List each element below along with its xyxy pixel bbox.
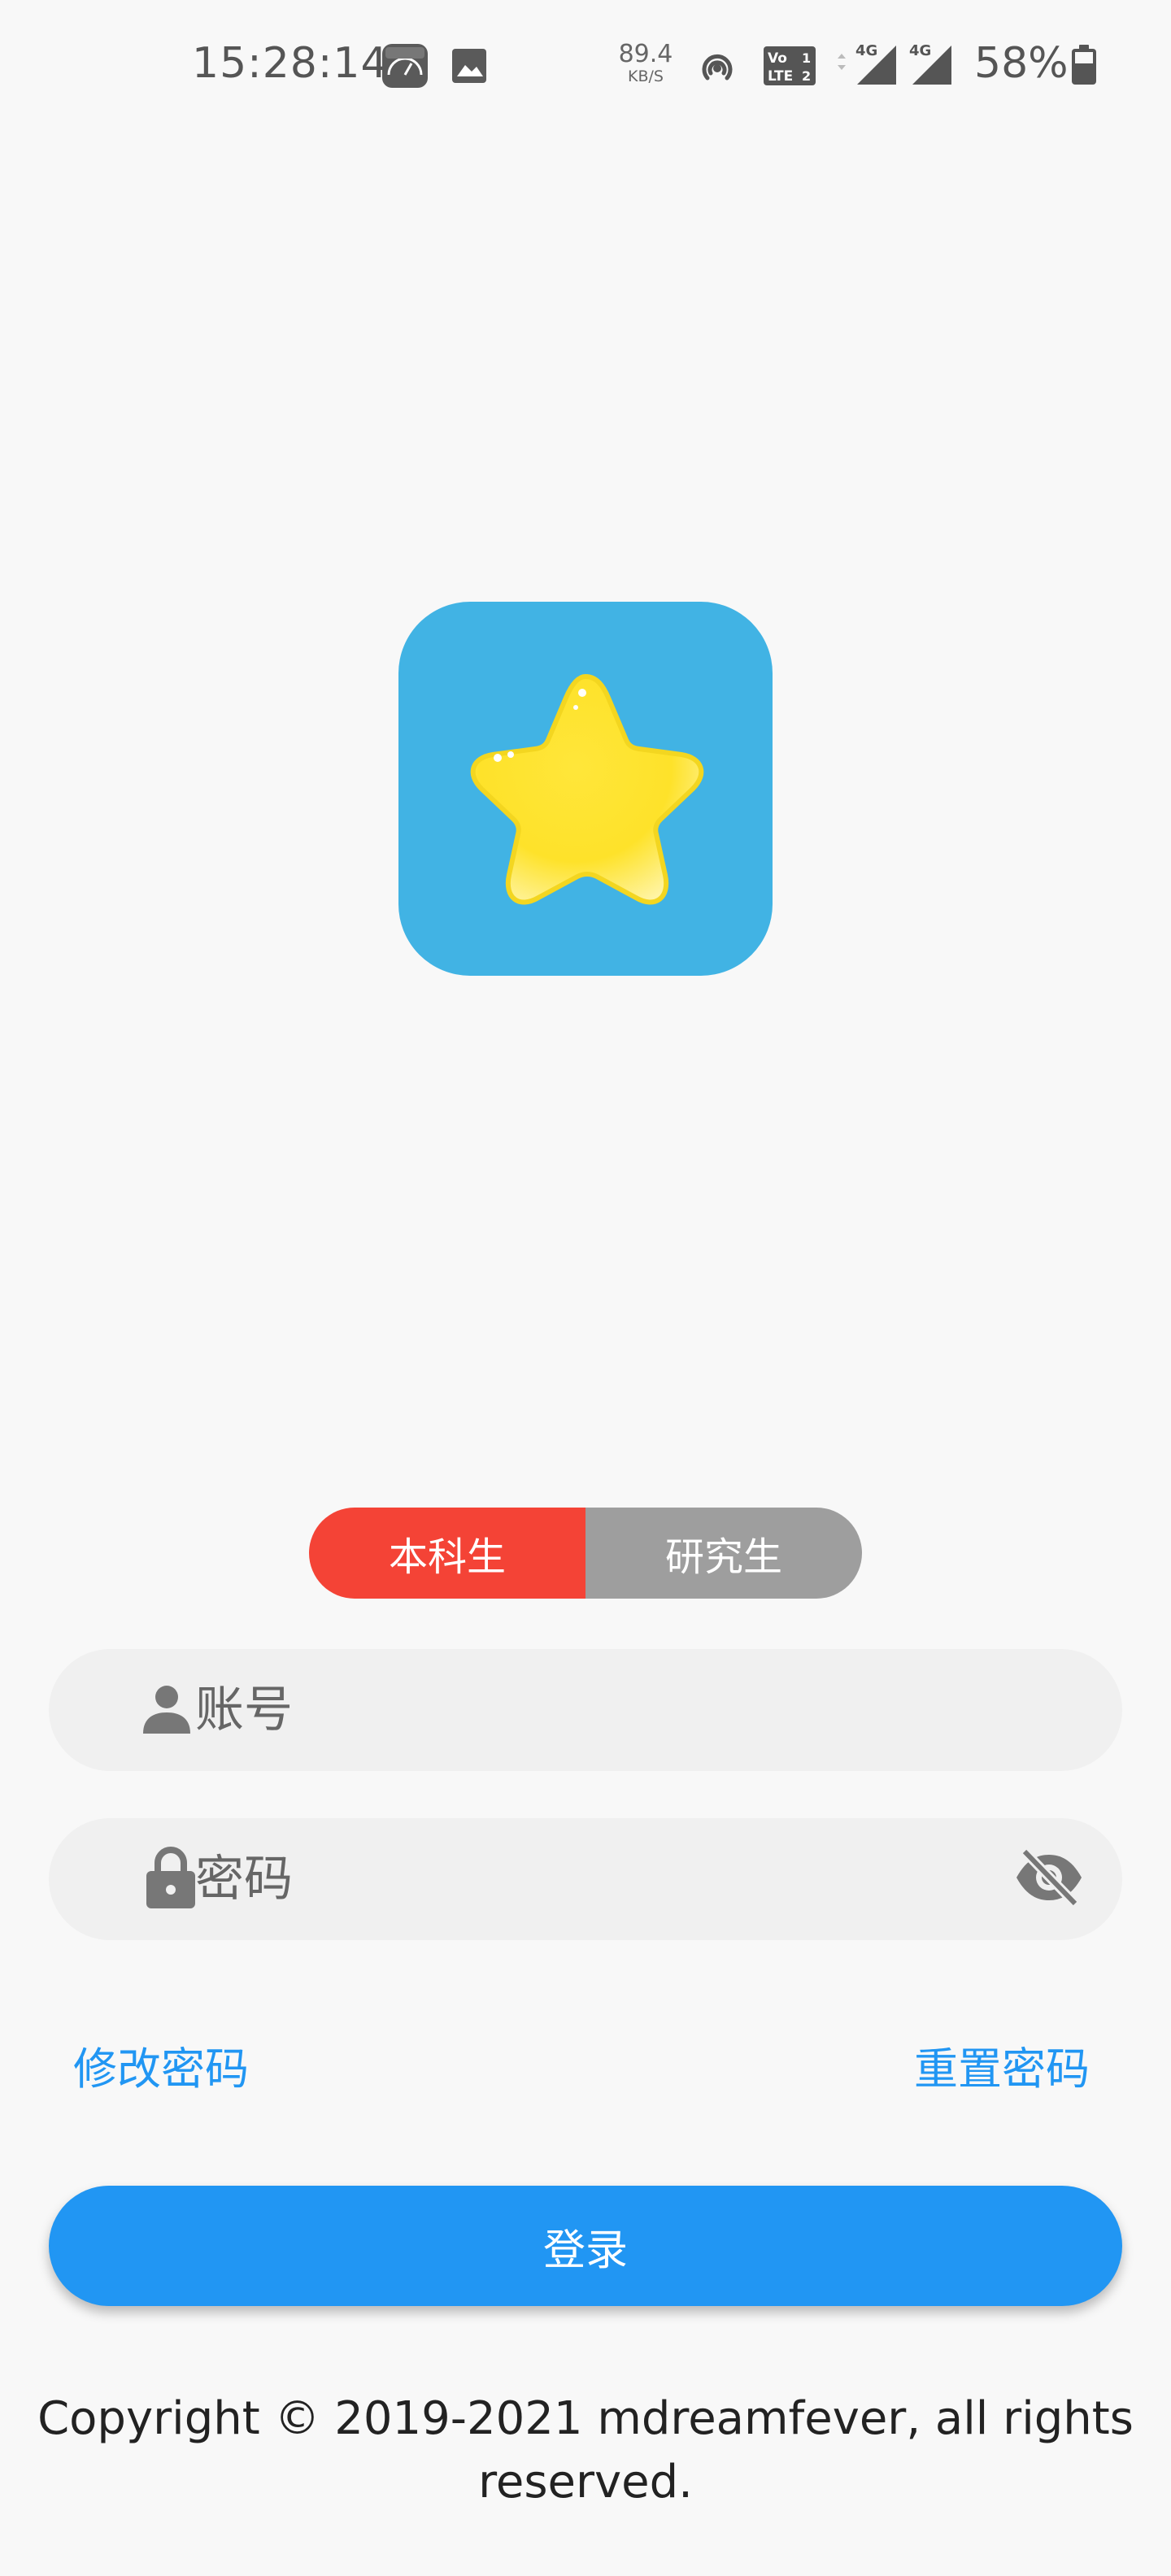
svg-text:1: 1 — [802, 50, 811, 66]
password-field[interactable]: 密码 — [49, 1818, 1122, 1940]
password-placeholder: 密码 — [195, 1851, 293, 1908]
speedometer-app-icon — [381, 42, 429, 93]
svg-text:2: 2 — [802, 68, 811, 84]
app-logo — [398, 602, 773, 976]
account-field[interactable]: 账号 — [49, 1649, 1122, 1771]
battery-percent: 58% — [974, 39, 1069, 88]
hotspot-icon — [696, 47, 738, 93]
svg-text:LTE: LTE — [768, 68, 793, 85]
segment-undergraduate[interactable]: 本科生 — [309, 1508, 586, 1599]
volte-icon: Vo LTE 1 2 — [763, 46, 816, 89]
network-speed: 89.4 KB/S — [618, 40, 673, 85]
copyright-text: Copyright © 2019-2021 mdreamfever, all r… — [33, 2387, 1138, 2514]
svg-text:4G: 4G — [909, 42, 931, 59]
login-button[interactable]: 登录 — [49, 2186, 1122, 2306]
student-type-segment: 本科生 研究生 — [309, 1508, 862, 1599]
star-icon — [470, 673, 704, 905]
eye-off-icon[interactable] — [1013, 1847, 1085, 1910]
account-placeholder: 账号 — [195, 1682, 293, 1738]
lock-icon — [145, 1845, 197, 1913]
gallery-icon — [451, 47, 488, 88]
status-time: 15:28:14 — [192, 39, 389, 88]
signal-icon: 4G — [904, 41, 955, 89]
person-icon — [140, 1682, 194, 1738]
status-bar: 15:28:14 89.4 KB/S Vo LTE 1 2 4G 4G 58% — [0, 0, 1171, 130]
svg-text:4G: 4G — [855, 42, 877, 59]
change-password-link[interactable]: 修改密码 — [73, 2033, 249, 2097]
copyright-line-2: reserved. — [478, 2456, 693, 2509]
copyright-line-1: Copyright © 2019-2021 mdreamfever, all r… — [37, 2392, 1134, 2445]
svg-text:Vo: Vo — [768, 50, 787, 67]
battery-icon — [1070, 44, 1098, 89]
signal-icon: 4G — [834, 41, 899, 89]
reset-password-link[interactable]: 重置密码 — [914, 2033, 1090, 2097]
segment-graduate[interactable]: 研究生 — [586, 1508, 862, 1599]
